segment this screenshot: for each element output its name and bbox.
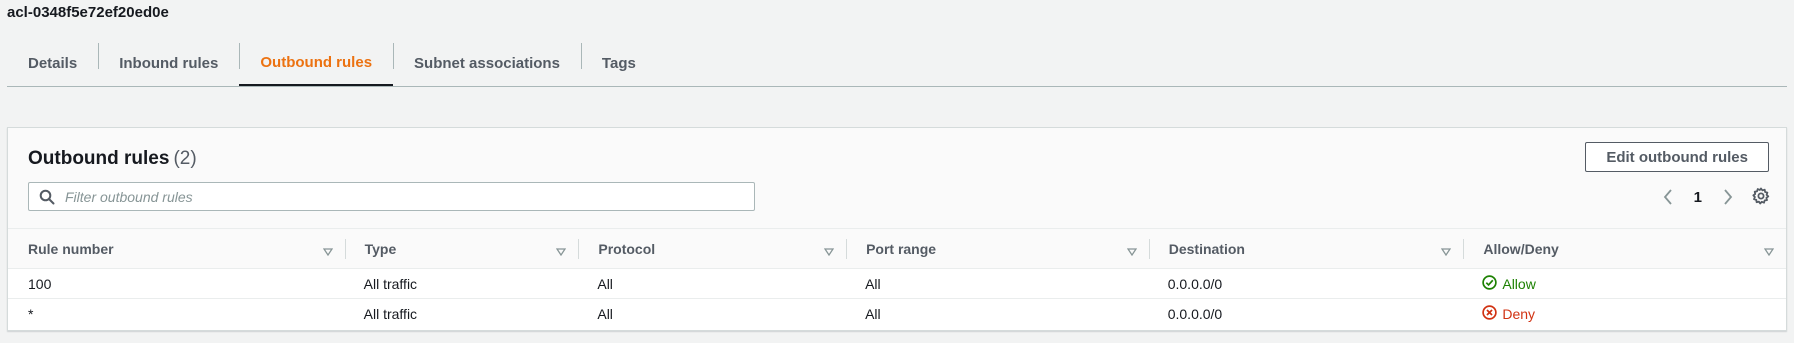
check-circle-icon [1482,274,1498,293]
cell-destination: 0.0.0.0/0 [1167,306,1223,322]
pagination: 1 [1660,188,1736,206]
cell-port-range: All [865,275,881,292]
cell-protocol: All [597,306,613,322]
status-label: Allow [1502,275,1536,292]
column-header-destination[interactable]: Destination [1148,229,1464,268]
cell-rule-number: 100 [28,275,52,292]
table-header-row: Rule number Type Protocol Port range Des… [8,228,1786,269]
rule-count: (2) [173,148,197,169]
chevron-left-icon[interactable] [1660,188,1676,206]
column-header-allow-deny[interactable]: Allow/Deny [1463,229,1786,268]
column-header-type[interactable]: Type [344,229,579,268]
sort-down-icon[interactable] [1126,243,1137,259]
page-number[interactable]: 1 [1694,189,1702,206]
cell-type: All traffic [363,275,418,292]
column-header-label: Protocol [598,240,656,257]
tab-tags[interactable]: Tags [580,40,657,86]
filter-outbound-rules-input[interactable] [63,185,747,209]
panel-title-text: Outbound rules [28,148,170,169]
panel-header: Outbound rules(2) Edit outbound rules 1 [8,128,1786,228]
column-header-label: Allow/Deny [1483,240,1559,257]
panel-title: Outbound rules (2) [28,148,197,170]
acl-id-title: acl-0348f5e72ef20ed0e [7,4,169,21]
tab-subnet-associations[interactable]: Subnet associations [393,40,581,86]
column-header-port-range[interactable]: Port range [846,229,1149,268]
cell-type: All traffic [363,306,418,322]
column-header-label: Rule number [28,240,114,257]
column-header-protocol[interactable]: Protocol [578,229,846,268]
tab-bar: Details Inbound rules Outbound rules Sub… [7,40,1787,87]
sort-down-icon[interactable] [556,243,567,259]
cell-allow-deny: Deny [1463,299,1786,329]
cell-allow-deny: Allow [1463,269,1786,298]
sort-down-icon[interactable] [322,243,333,259]
table-row: 100 All traffic All All 0.0.0.0/0 Allow [8,269,1786,299]
status-allow: Allow [1482,274,1536,293]
tab-details[interactable]: Details [7,40,98,86]
sort-down-icon[interactable] [823,243,835,259]
search-box [28,182,755,211]
tab-inbound-rules[interactable]: Inbound rules [98,40,239,86]
x-circle-icon [1482,305,1498,323]
tab-outbound-rules[interactable]: Outbound rules [239,40,394,86]
search-icon [39,189,55,210]
edit-outbound-rules-button[interactable]: Edit outbound rules [1585,142,1769,172]
sort-down-icon[interactable] [1441,243,1452,259]
column-header-label: Port range [866,240,937,257]
chevron-right-icon[interactable] [1720,188,1736,206]
outbound-rules-panel: Outbound rules(2) Edit outbound rules 1 [7,127,1787,331]
column-header-rule-number[interactable]: Rule number [8,229,345,268]
cell-destination: 0.0.0.0/0 [1167,275,1223,292]
status-label: Deny [1502,306,1536,322]
cell-protocol: All [597,275,613,292]
cell-rule-number: * [28,306,34,322]
gear-icon[interactable] [1752,187,1770,210]
sort-down-icon[interactable] [1763,243,1775,259]
column-header-label: Type [364,240,397,257]
cell-port-range: All [865,306,881,322]
outbound-rules-table: Rule number Type Protocol Port range Des… [8,228,1786,329]
status-deny: Deny [1482,305,1535,323]
table-row: * All traffic All All 0.0.0.0/0 Deny [8,299,1786,329]
column-header-label: Destination [1168,240,1245,257]
